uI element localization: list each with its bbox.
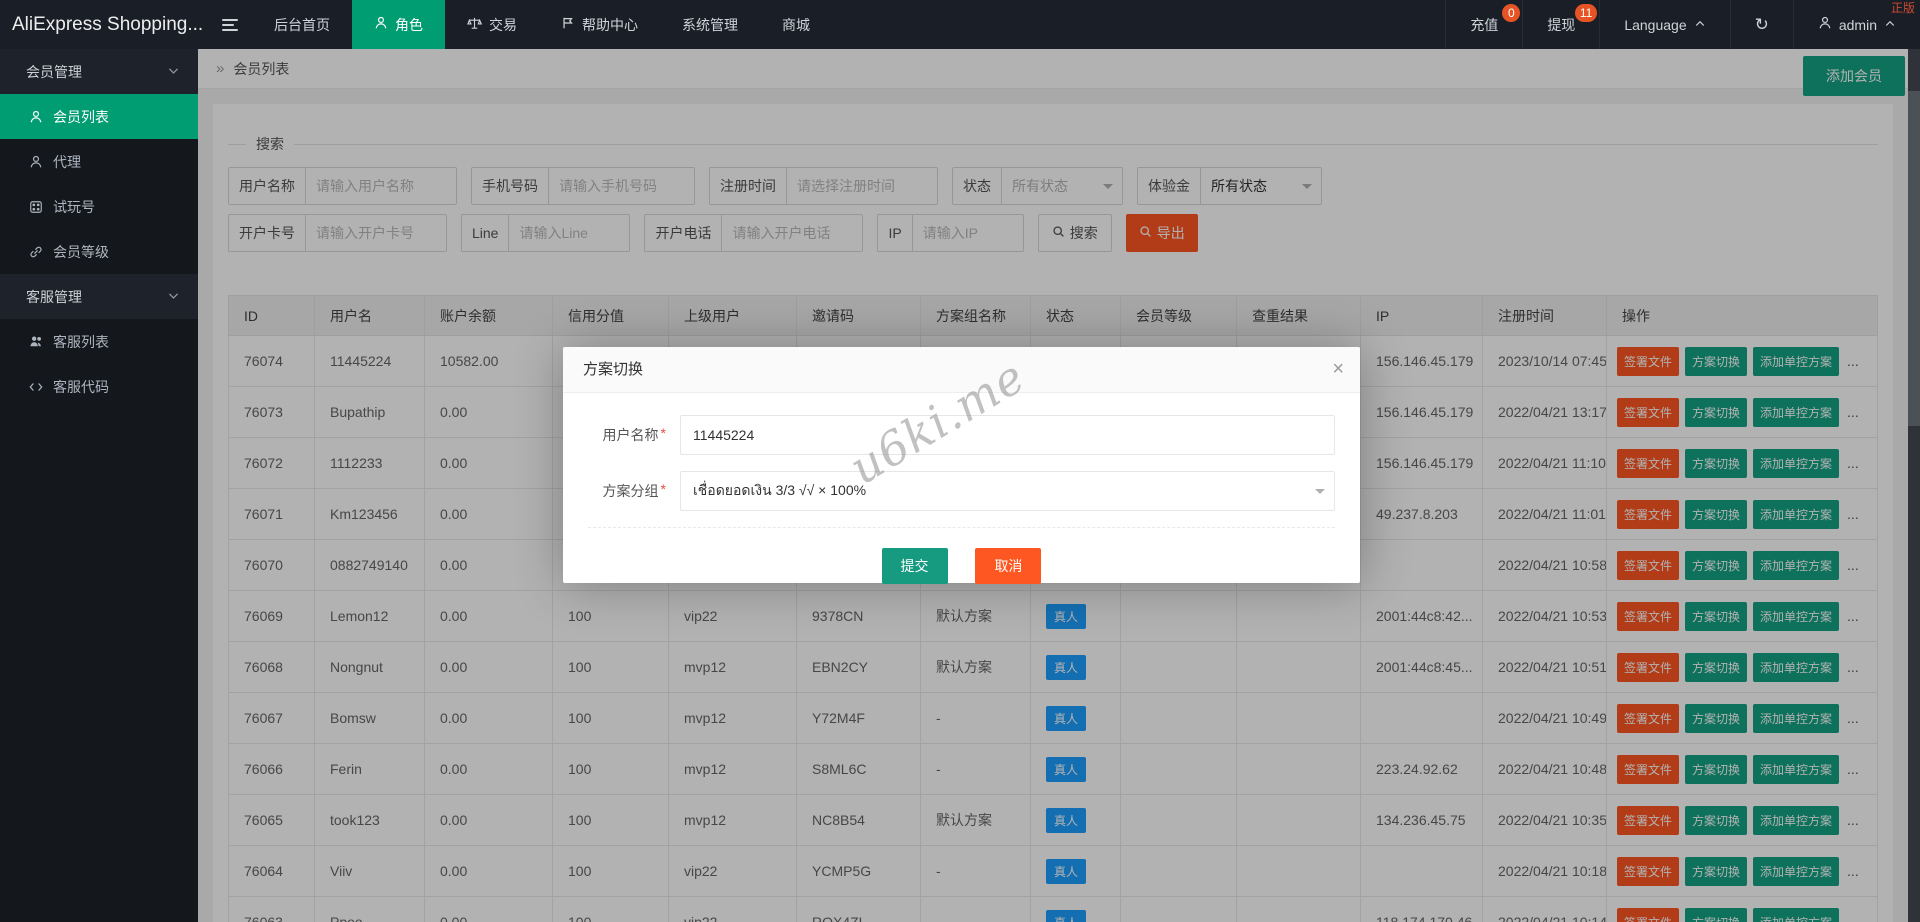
- language-label: Language: [1624, 17, 1686, 33]
- chevron-up-icon: [1694, 17, 1706, 33]
- user-icon: [28, 155, 44, 169]
- nav-item-label: 系统管理: [682, 15, 738, 35]
- withdraw-menu-item[interactable]: 提现 11: [1522, 0, 1599, 49]
- sidebar-item[interactable]: 会员等级: [0, 229, 198, 274]
- user-icon: [28, 110, 44, 124]
- app-title: AliExpress Shopping...: [0, 0, 210, 49]
- cancel-button[interactable]: 取消: [975, 548, 1041, 584]
- dice-icon: [28, 200, 44, 214]
- chevron-down-icon: [1315, 489, 1325, 499]
- sidebar-item[interactable]: 客服列表: [0, 319, 198, 364]
- withdraw-badge: 11: [1575, 4, 1597, 22]
- license-badge: 正版: [1891, 1, 1915, 15]
- sidebar-group[interactable]: 会员管理: [0, 49, 198, 94]
- nav-item-label: 角色: [395, 15, 423, 35]
- username-form-row: 用户名称*: [588, 415, 1335, 455]
- chevron-down-icon: [167, 289, 180, 305]
- chevron-up-icon: [1884, 17, 1896, 33]
- plan-switch-modal: 方案切换 × 用户名称* 方案分组* เชื่อดยอดเงิน 3/3 √√ …: [563, 347, 1360, 583]
- sidebar: 会员管理会员列表代理试玩号会员等级客服管理客服列表客服代码: [0, 49, 198, 922]
- plan-group-selected-value: เชื่อดยอดเงิน 3/3 √√ × 100%: [693, 480, 866, 502]
- username-input[interactable]: [680, 415, 1335, 455]
- plan-group-select[interactable]: เชื่อดยอดเงิน 3/3 √√ × 100%: [680, 471, 1335, 511]
- sidebar-group-label: 客服管理: [26, 287, 82, 307]
- flag-icon: [561, 16, 575, 33]
- required-mark: *: [661, 481, 666, 497]
- nav-item[interactable]: 交易: [445, 0, 539, 49]
- user-icon: [1818, 16, 1832, 33]
- nav-item[interactable]: 角色: [352, 0, 445, 49]
- sidebar-group-label: 会员管理: [26, 62, 82, 82]
- modal-title: 方案切换: [563, 347, 1360, 393]
- sidebar-item-label: 代理: [53, 152, 81, 172]
- top-navbar: AliExpress Shopping... 后台首页 角色 交易 帮助中心 系统管理 商…: [0, 0, 1920, 49]
- sidebar-item-label: 客服代码: [53, 377, 109, 397]
- username-field-label: 用户名称*: [588, 425, 666, 445]
- modal-buttons: 提交 取消: [588, 548, 1335, 584]
- plan-group-field-label: 方案分组*: [588, 481, 666, 501]
- required-mark: *: [661, 425, 666, 441]
- admin-username: admin: [1839, 17, 1877, 33]
- users-icon: [28, 334, 44, 349]
- navbar-right: 充值 0 提现 11 Language ↻ admin: [1445, 0, 1920, 49]
- refresh-icon: ↻: [1755, 15, 1769, 35]
- sidebar-item-label: 会员列表: [53, 107, 109, 127]
- modal-body: 用户名称* 方案分组* เชื่อดยอดเงิน 3/3 √√ × 100% …: [563, 393, 1360, 584]
- withdraw-label: 提现: [1547, 15, 1575, 35]
- nav-item-label: 交易: [489, 15, 517, 35]
- nav-item[interactable]: 商城: [760, 0, 832, 49]
- sidebar-group[interactable]: 客服管理: [0, 274, 198, 319]
- nav-item[interactable]: 帮助中心: [539, 0, 660, 49]
- submit-button[interactable]: 提交: [882, 548, 948, 584]
- recharge-badge: 0: [1502, 4, 1520, 22]
- sidebar-item[interactable]: 客服代码: [0, 364, 198, 409]
- nav-item-label: 商城: [782, 15, 810, 35]
- sidebar-item[interactable]: 代理: [0, 139, 198, 184]
- sidebar-item[interactable]: 会员列表: [0, 94, 198, 139]
- top-menu: 后台首页 角色 交易 帮助中心 系统管理 商城: [252, 0, 832, 49]
- code-icon: [28, 380, 44, 394]
- sidebar-item-label: 客服列表: [53, 332, 109, 352]
- recharge-menu-item[interactable]: 充值 0: [1445, 0, 1522, 49]
- nav-item-label: 后台首页: [274, 15, 330, 35]
- refresh-button[interactable]: ↻: [1730, 0, 1793, 49]
- nav-item[interactable]: 系统管理: [660, 0, 760, 49]
- person-icon: [374, 16, 388, 33]
- sidebar-item[interactable]: 试玩号: [0, 184, 198, 229]
- link-icon: [28, 245, 44, 259]
- scales-icon: [467, 16, 482, 34]
- modal-divider: [588, 527, 1335, 528]
- close-icon[interactable]: ×: [1332, 347, 1344, 393]
- recharge-label: 充值: [1470, 15, 1498, 35]
- hamburger-menu-icon[interactable]: [210, 0, 252, 49]
- sidebar-item-label: 试玩号: [53, 197, 95, 217]
- nav-item-label: 帮助中心: [582, 15, 638, 35]
- sidebar-item-label: 会员等级: [53, 242, 109, 262]
- plan-group-form-row: 方案分组* เชื่อดยอดเงิน 3/3 √√ × 100%: [588, 471, 1335, 511]
- language-dropdown[interactable]: Language: [1599, 0, 1729, 49]
- nav-item[interactable]: 后台首页: [252, 0, 352, 49]
- chevron-down-icon: [167, 64, 180, 80]
